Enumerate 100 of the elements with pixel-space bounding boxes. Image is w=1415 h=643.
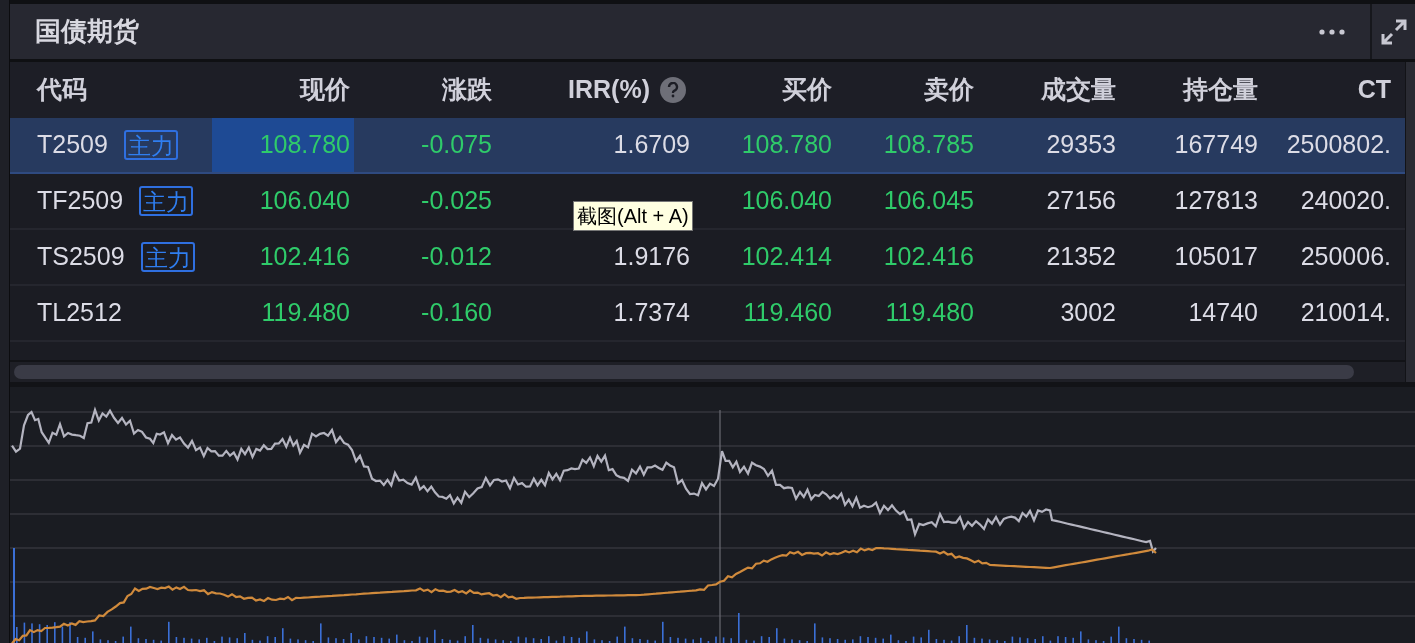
table-cell-text: 119.460 [743, 297, 832, 329]
volume-bar [684, 638, 687, 643]
volume-bar [760, 636, 763, 643]
volume-bar [418, 636, 421, 643]
volume-bar [61, 626, 64, 643]
volume-bar [175, 637, 178, 643]
volume-bar [912, 636, 915, 643]
volume-bar [1087, 639, 1090, 643]
table-cell-text: -0.160 [421, 297, 492, 329]
volume-bar [722, 637, 725, 643]
volume-bar [137, 638, 140, 643]
contract-code: T2509 [37, 129, 108, 161]
volume-bar [494, 639, 497, 643]
table-cell-text: 102.414 [741, 241, 832, 273]
table-cell-text: 1.6709 [613, 129, 690, 161]
horizontal-scrollbar[interactable] [10, 360, 1405, 382]
table-cell-text: -0.075 [421, 129, 492, 161]
volume-bar [517, 636, 520, 643]
volume-bar [228, 637, 231, 643]
table-row[interactable]: T2509 主力 108.780 -0.075 1.6709 108.780 108.785 29353 167749 2500802. [10, 118, 1405, 174]
volume-bar [745, 639, 748, 643]
volume-bar [441, 639, 444, 643]
table-cell-text: 127813 [1174, 185, 1258, 217]
volume-bar [327, 637, 330, 643]
column-header: CT [1357, 74, 1391, 106]
volume-bar [988, 639, 991, 643]
volume-bar [570, 637, 573, 643]
table-cell-text: -0.012 [421, 241, 492, 273]
volume-bar [555, 640, 558, 643]
volume-bar [532, 638, 535, 643]
volume-bar [99, 639, 102, 643]
help-icon[interactable] [660, 77, 686, 103]
table-cell-text: 108.785 [883, 129, 974, 161]
table-cell-text: 108.780 [741, 129, 832, 161]
column-header: IRR(%) [568, 74, 650, 106]
volume-bar [38, 624, 41, 643]
table-cell-text: 106.045 [883, 185, 974, 217]
volume-bar [456, 640, 459, 643]
table-cell-text: 1.7374 [613, 297, 690, 329]
table-cell-text: 106.040 [259, 185, 350, 217]
volume-bar [874, 637, 877, 643]
volume-bar [836, 639, 839, 643]
table-cell-text: 3002 [1060, 297, 1116, 329]
column-header: 现价 [300, 74, 350, 106]
expand-icon [1379, 17, 1408, 46]
table-cell-text: 119.480 [885, 297, 974, 329]
volume-bar [1049, 640, 1052, 643]
tag: 主力 [123, 130, 178, 160]
volume-bar [76, 637, 79, 643]
volume-bar [23, 622, 26, 643]
volume-bar [1026, 638, 1029, 643]
table-cell-text: -0.025 [421, 185, 492, 217]
volume-bar [190, 638, 193, 643]
table-cell-text: 108.780 [259, 129, 350, 161]
column-header: 持仓量 [1183, 74, 1258, 106]
volume-bar [304, 640, 307, 643]
scrollbar-thumb[interactable] [14, 365, 1354, 379]
panel-title: 国债期货 [35, 15, 139, 48]
table-cell-text: 1.9176 [613, 241, 690, 273]
column-header: 成交量 [1041, 74, 1116, 106]
table-cell-text: 29353 [1046, 129, 1116, 161]
volume-bar [950, 640, 953, 643]
volume-bar [1125, 638, 1128, 643]
more-icon [1319, 28, 1345, 35]
table-cell-text: 102.416 [883, 241, 974, 273]
volume-bar [380, 637, 383, 643]
volume-bar [1011, 636, 1014, 643]
volume-bar [821, 637, 824, 643]
volume-bar [479, 637, 482, 643]
volume-bar [1140, 639, 1143, 643]
volume-bar [646, 639, 649, 643]
table-cell-text: 119.480 [261, 297, 350, 329]
table-cell-text: 27156 [1046, 185, 1116, 217]
tag: 主力 [139, 186, 194, 216]
volume-bar [631, 638, 634, 643]
column-header: 代码 [37, 74, 87, 106]
table-cell-text: 14740 [1188, 297, 1258, 329]
contract-code: TS2509 [37, 241, 125, 273]
volume-bar [266, 636, 269, 643]
tooltip: 截图(Alt + A) [573, 201, 693, 231]
volume-bar [897, 640, 900, 643]
volume-bar [798, 640, 801, 643]
table-cell-text: 106.040 [741, 185, 832, 217]
table-cell-text: 105017 [1174, 241, 1258, 273]
volume-bar [669, 637, 672, 643]
table-cell-text: 250006. [1300, 241, 1391, 273]
tag: 主力 [140, 242, 195, 272]
volume-bar [935, 639, 938, 643]
column-header: 卖价 [924, 74, 974, 106]
column-header: 涨跌 [442, 74, 492, 106]
volume-bar [251, 639, 254, 643]
vertical-scrollbar[interactable] [1405, 62, 1415, 382]
volume-bar [289, 638, 292, 643]
volume-bar [403, 640, 406, 643]
table-cell-text: 240020. [1300, 185, 1391, 217]
volume-bar [859, 636, 862, 643]
table-cell-text: 2500802. [1286, 129, 1391, 161]
table-cell-text: 21352 [1046, 241, 1116, 273]
table-cell-text: 102.416 [259, 241, 350, 273]
volume-bar [1064, 637, 1067, 643]
